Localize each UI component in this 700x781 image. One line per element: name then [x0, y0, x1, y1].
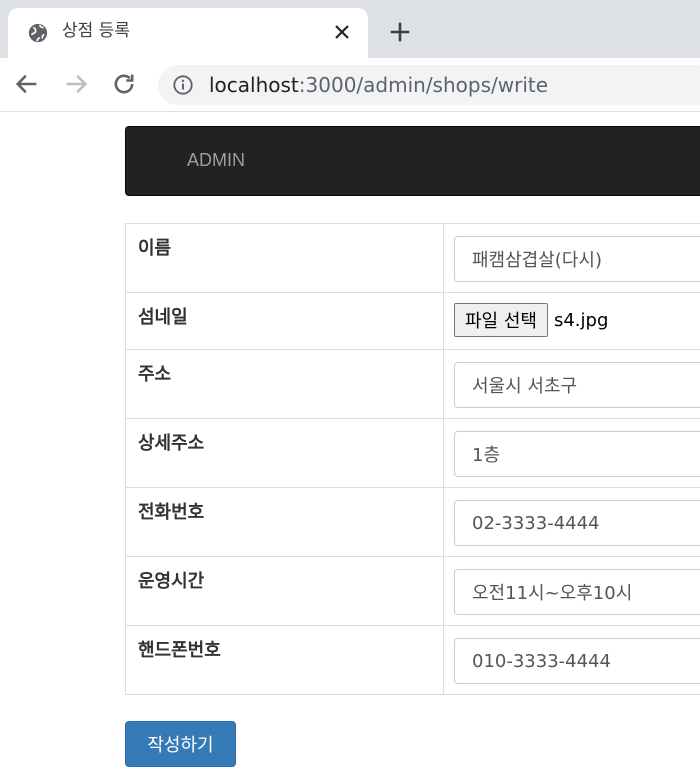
detail-address-input[interactable] — [454, 431, 700, 477]
tab-title: 상점 등록 — [62, 21, 130, 41]
mobile-input[interactable] — [454, 638, 700, 684]
field-label-mobile: 핸드폰번호 — [125, 625, 444, 695]
table-row: 전화번호 — [125, 487, 700, 557]
thumbnail-file-input[interactable]: 파일 선택 s4.jpg — [454, 303, 700, 337]
navbar-brand[interactable]: ADMIN — [187, 150, 245, 171]
table-cell — [443, 418, 700, 488]
browser-toolbar: localhost:3000/admin/shops/write — [0, 58, 700, 112]
table-row: 섬네일 파일 선택 s4.jpg — [125, 292, 700, 350]
table-cell — [443, 223, 700, 293]
back-arrow-icon[interactable] — [13, 70, 41, 98]
hours-input[interactable] — [454, 569, 700, 615]
table-row: 운영시간 — [125, 556, 700, 626]
field-label-name: 이름 — [125, 223, 444, 293]
browser-tabstrip: 상점 등록 — [0, 0, 700, 58]
address-input[interactable] — [454, 362, 700, 408]
table-row: 주소 — [125, 349, 700, 419]
close-icon[interactable] — [330, 20, 354, 44]
table-cell — [443, 625, 700, 695]
choose-file-button[interactable]: 파일 선택 — [454, 303, 548, 337]
forward-arrow-icon[interactable] — [62, 70, 90, 98]
table-cell — [443, 556, 700, 626]
submit-button[interactable]: 작성하기 — [125, 721, 236, 767]
table-cell — [443, 349, 700, 419]
info-icon[interactable] — [172, 74, 194, 96]
shop-form-table: 이름 섬네일 파일 선택 s4.jpg 주소 상세주소 — [125, 223, 700, 695]
url-host: localhost — [209, 73, 299, 97]
selected-file-name: s4.jpg — [553, 309, 609, 331]
table-cell — [443, 487, 700, 557]
new-tab-icon[interactable] — [386, 18, 414, 46]
field-label-address: 주소 — [125, 349, 444, 419]
browser-tab[interactable]: 상점 등록 — [8, 8, 368, 58]
globe-icon — [28, 23, 48, 43]
reload-icon[interactable] — [110, 70, 138, 98]
table-row: 상세주소 — [125, 418, 700, 488]
table-row: 이름 — [125, 223, 700, 293]
table-cell: 파일 선택 s4.jpg — [443, 292, 700, 350]
address-bar[interactable]: localhost:3000/admin/shops/write — [158, 65, 700, 105]
field-label-phone: 전화번호 — [125, 487, 444, 557]
shop-name-input[interactable] — [454, 236, 700, 282]
phone-input[interactable] — [454, 500, 700, 546]
url-path: :3000/admin/shops/write — [298, 73, 549, 97]
table-row: 핸드폰번호 — [125, 625, 700, 695]
address-url: localhost:3000/admin/shops/write — [209, 73, 548, 97]
admin-navbar: ADMIN — [125, 126, 700, 196]
field-label-hours: 운영시간 — [125, 556, 444, 626]
field-label-detail-address: 상세주소 — [125, 418, 444, 488]
field-label-thumbnail: 섬네일 — [125, 292, 444, 350]
